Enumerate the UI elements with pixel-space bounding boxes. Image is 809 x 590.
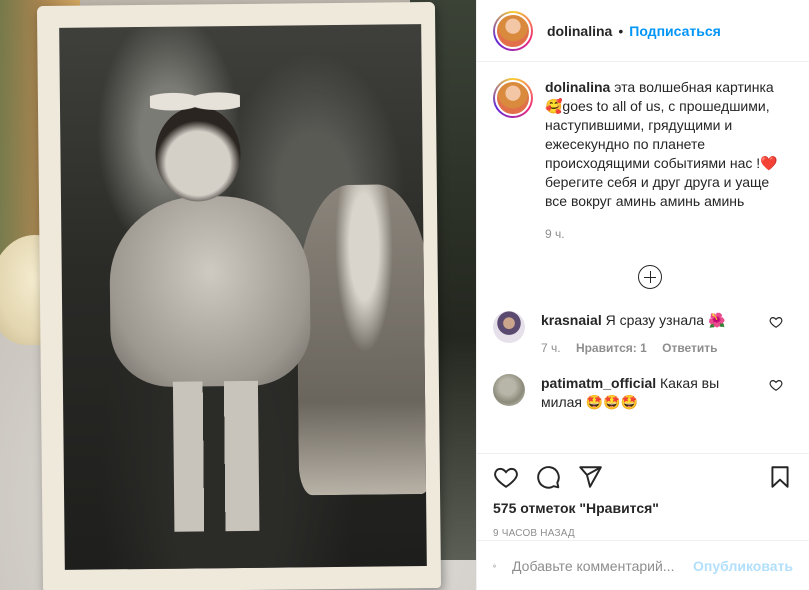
follow-button[interactable]: Подписаться	[629, 23, 721, 39]
share-paper-plane-icon[interactable]	[577, 464, 603, 490]
comment-heart-icon[interactable]	[769, 378, 783, 392]
comment-meta: 7 ч. Нравится: 1 Ответить	[541, 339, 761, 358]
commenter-username[interactable]: krasnaial	[541, 312, 602, 328]
post-header: dolinalina • Подписаться	[477, 0, 809, 62]
girl-dress	[108, 195, 311, 388]
santa-figure	[295, 183, 427, 496]
publish-button[interactable]: Опубликовать	[693, 558, 793, 574]
author-username[interactable]: dolinalina	[547, 23, 612, 39]
caption-time[interactable]: 9 ч.	[545, 227, 793, 241]
commenter-avatar[interactable]	[493, 311, 525, 343]
girl-bow	[149, 80, 241, 122]
commenter-avatar[interactable]	[493, 374, 525, 406]
caption-body: эта волшебная картинка 🥰goes to all of u…	[545, 79, 778, 209]
action-bar	[477, 454, 809, 500]
comment-time[interactable]: 7 ч.	[541, 341, 561, 355]
caption-avatar[interactable]	[493, 78, 533, 118]
author-avatar[interactable]	[493, 10, 533, 51]
vintage-photo-image	[59, 24, 427, 570]
caption: dolinalina эта волшебная картинка 🥰goes …	[493, 78, 793, 211]
comment-item: patimatm_official Какая вы милая 🤩🤩🤩	[493, 374, 793, 412]
vintage-photo-print	[36, 1, 442, 590]
plus-circle-icon[interactable]	[638, 265, 662, 289]
caption-text: dolinalina эта волшебная картинка 🥰goes …	[545, 78, 781, 211]
likes-count[interactable]: 575 отметок "Нравится"	[477, 500, 809, 516]
post-photo[interactable]	[0, 0, 476, 590]
emoji-icon[interactable]	[493, 554, 496, 578]
add-comment-bar: Опубликовать	[477, 540, 809, 590]
comment-likes[interactable]: Нравится: 1	[576, 341, 647, 355]
commenter-username[interactable]: patimatm_official	[541, 375, 656, 391]
post-timestamp[interactable]: 9 часов назад	[477, 528, 809, 539]
reply-button[interactable]: Ответить	[662, 341, 717, 355]
comment-item: krasnaial Я сразу узнала 🌺 7 ч. Нравится…	[493, 311, 793, 358]
comment-heart-icon[interactable]	[769, 315, 783, 329]
comment-text: Я сразу узнала 🌺	[605, 312, 726, 328]
like-heart-icon[interactable]	[493, 464, 519, 490]
separator-dot: •	[618, 22, 624, 39]
girl-legs	[172, 380, 260, 532]
post-side-panel: dolinalina • Подписаться dolinalina эта …	[476, 0, 809, 590]
bookmark-icon[interactable]	[767, 464, 793, 490]
load-more-comments[interactable]	[493, 265, 793, 289]
comment-input[interactable]	[512, 557, 694, 574]
comments-section[interactable]: dolinalina эта волшебная картинка 🥰goes …	[477, 62, 809, 454]
comment-bubble-icon[interactable]	[535, 464, 561, 490]
caption-username[interactable]: dolinalina	[545, 79, 610, 95]
